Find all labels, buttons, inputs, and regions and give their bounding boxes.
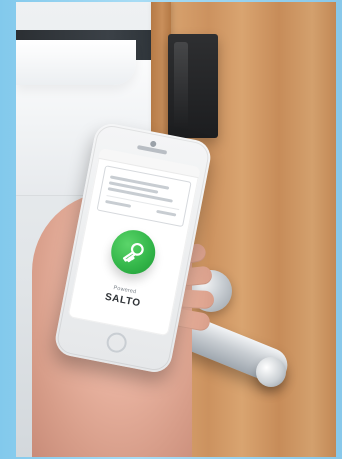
photo-stage: Powered SALTO (0, 0, 342, 459)
unlock-key-button[interactable] (107, 226, 160, 278)
photo: Powered SALTO (16, 2, 336, 457)
booking-action-line (105, 199, 132, 208)
home-button (104, 330, 129, 355)
electronic-lock-reader (168, 34, 218, 138)
bed-pillow (16, 40, 136, 85)
booking-card (96, 165, 192, 228)
phone-screen: Powered SALTO (67, 147, 201, 337)
front-camera (149, 140, 157, 148)
booking-action-line (156, 209, 177, 217)
key-icon (122, 242, 144, 263)
door-lever-end (256, 357, 286, 387)
